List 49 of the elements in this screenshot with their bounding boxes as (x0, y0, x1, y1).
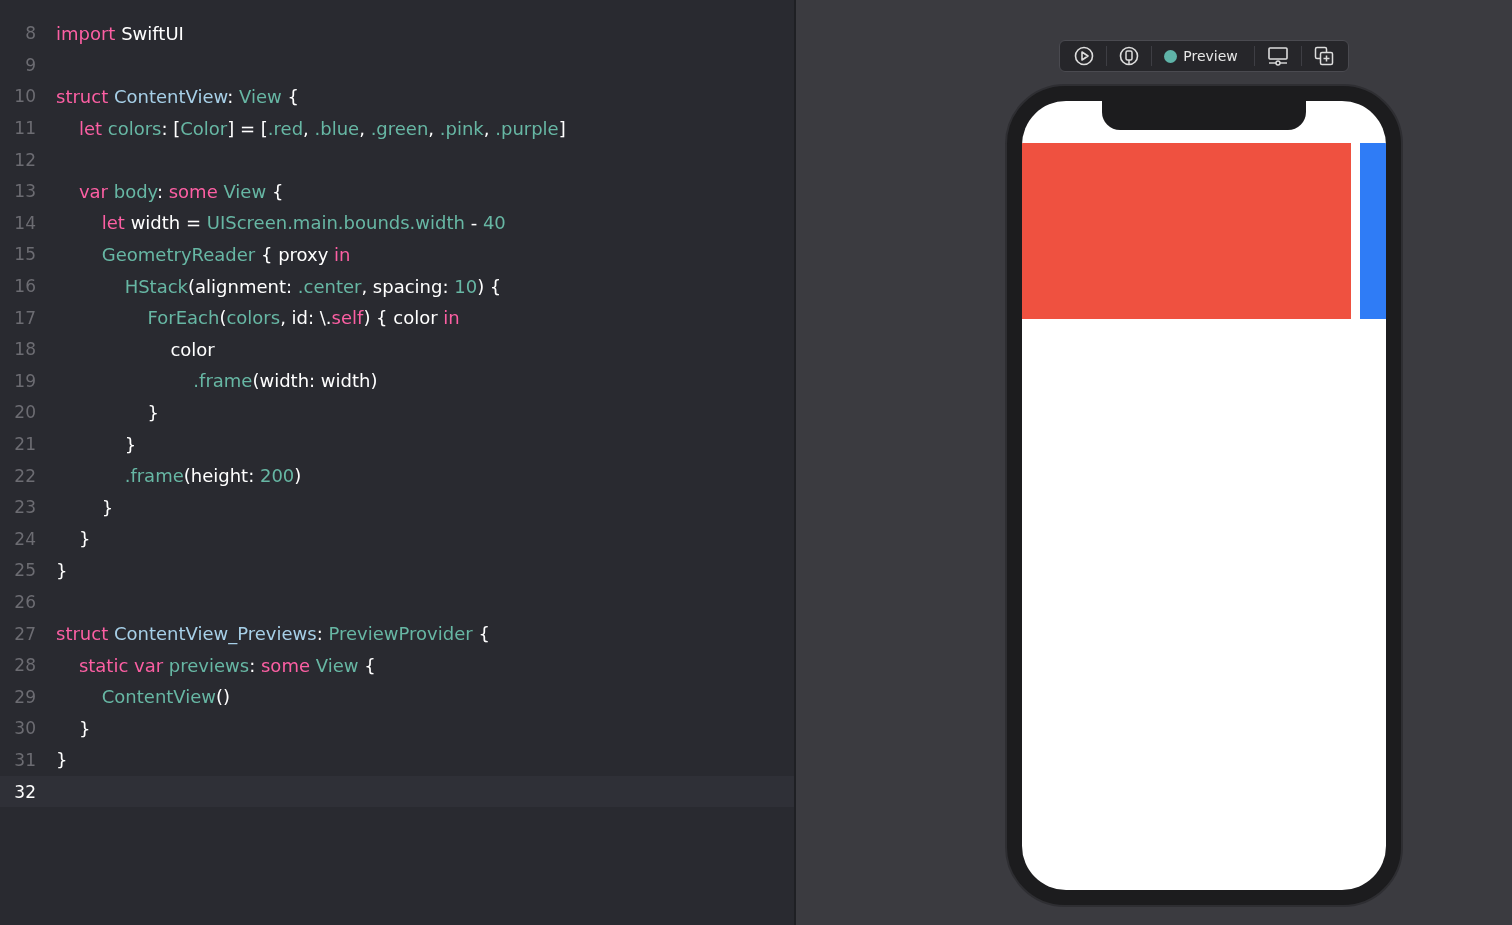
line-number: 27 (13, 623, 36, 644)
line-number: 8 (24, 23, 36, 44)
code-line: } (56, 749, 68, 771)
code-line: } (77, 528, 91, 550)
code-line: } (100, 496, 114, 518)
line-number: 10 (13, 86, 36, 107)
line-number: 9 (24, 54, 36, 75)
line-number: 18 (13, 339, 36, 360)
code-line: color (169, 338, 215, 360)
line-number: 30 (13, 718, 36, 739)
code-line: .frame(height: 200) (123, 465, 302, 487)
line-number: 24 (13, 528, 36, 549)
code-line: GeometryReader { proxy in (100, 243, 351, 265)
code-line: let width = UIScreen.main.bounds.width - 40 (100, 212, 506, 234)
status-dot-icon (1164, 49, 1178, 63)
line-number: 19 (13, 370, 36, 391)
line-number: 13 (13, 181, 36, 202)
line-number: 17 (13, 307, 36, 328)
code-line: } (77, 717, 91, 739)
code-line: HStack(alignment: .center, spacing: 10) { (123, 275, 502, 297)
preview-label: Preview (1183, 48, 1238, 64)
line-number: 28 (13, 655, 36, 676)
code-line: struct ContentView_Previews: PreviewProvider { (56, 623, 490, 645)
code-line: var body: some View { (77, 180, 284, 202)
code-line: ContentView() (100, 686, 231, 708)
code-line: } (123, 433, 137, 455)
code-line: ForEach(colors, id: \.self) { color in (146, 307, 460, 329)
code-line: } (146, 401, 159, 423)
line-number: 21 (13, 434, 36, 454)
code-line: import SwiftUI (56, 22, 184, 44)
code-line: let colors: [Color] = [.red, .blue, .green, .pink, .purple] (77, 117, 566, 139)
line-number: 25 (13, 560, 36, 581)
line-number: 15 (13, 244, 36, 265)
line-number: 20 (13, 402, 36, 423)
line-number: 29 (13, 686, 36, 707)
code-line: static var previews: some View { (77, 654, 376, 676)
line-number: 22 (13, 465, 36, 486)
line-number: 11 (13, 118, 36, 139)
code-line: .frame(width: width) (192, 370, 378, 392)
code-editor[interactable] (0, 0, 796, 925)
line-number: 16 (13, 276, 36, 297)
line-number: 32 (13, 781, 36, 802)
line-number: 14 (13, 212, 36, 233)
line-number: 23 (13, 497, 36, 518)
line-number: 26 (13, 592, 36, 612)
code-line: } (56, 559, 68, 581)
line-number: 12 (13, 149, 36, 170)
line-number: 31 (13, 749, 36, 770)
code-line: struct ContentView: View { (56, 86, 299, 107)
